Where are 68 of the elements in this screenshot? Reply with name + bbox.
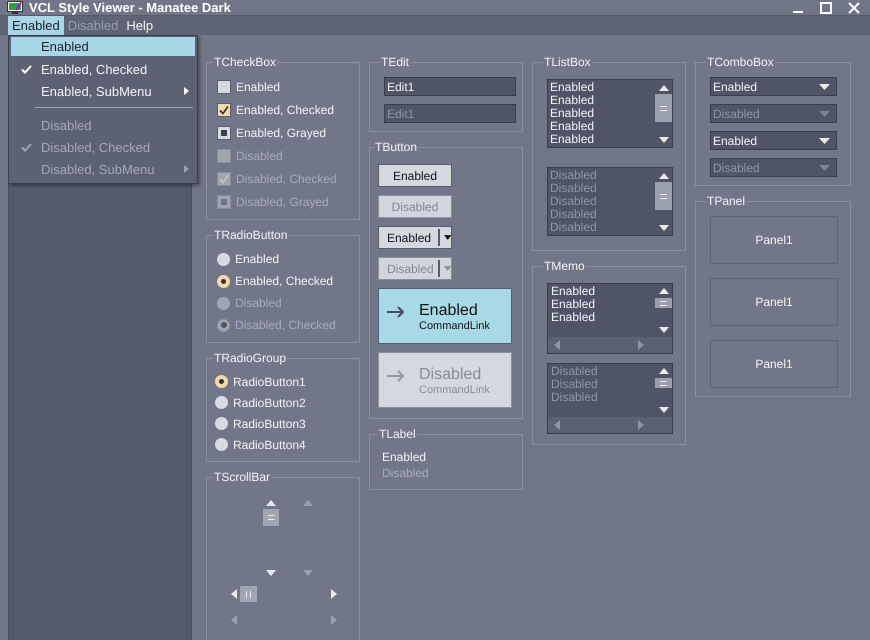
memo-line: Enabled bbox=[551, 285, 596, 298]
monitor-icon bbox=[7, 0, 23, 14]
menu-item[interactable]: Enabled, SubMenu bbox=[11, 80, 195, 102]
window-title: VCL Style Viewer - Manatee Dark bbox=[29, 0, 231, 15]
list-item[interactable]: Enabled bbox=[550, 81, 653, 94]
maximize-icon[interactable] bbox=[820, 2, 832, 14]
group-label: TMemo bbox=[543, 259, 586, 273]
vertical-scroll-bar[interactable] bbox=[263, 500, 279, 576]
list-item[interactable]: Enabled bbox=[550, 120, 653, 133]
radio-button[interactable] bbox=[215, 417, 228, 430]
checkbox-label: Enabled, Checked bbox=[236, 102, 334, 116]
memo-line: Disabled bbox=[551, 365, 599, 378]
memo-line: Enabled bbox=[551, 311, 596, 324]
panel: Panel1 bbox=[710, 216, 838, 264]
menu-item[interactable]: Enabled, Checked bbox=[11, 58, 195, 80]
group-label: TLabel bbox=[378, 427, 417, 441]
memo-line: Disabled bbox=[551, 378, 599, 391]
group-label: TRadioGroup bbox=[213, 351, 288, 365]
split-button[interactable]: Enabled bbox=[378, 226, 452, 249]
group-label: TScrollBar bbox=[213, 470, 272, 484]
group-label: TEdit bbox=[380, 55, 410, 69]
command-link-button[interactable]: Enabled CommandLink bbox=[378, 288, 512, 344]
panel: Panel1 bbox=[710, 278, 838, 326]
memo-line: Enabled bbox=[551, 298, 596, 311]
panel: Panel1 bbox=[710, 340, 838, 388]
radio-button[interactable] bbox=[217, 252, 230, 266]
combo-box[interactable]: Enabled bbox=[710, 77, 837, 96]
list-item[interactable]: Enabled bbox=[550, 94, 653, 107]
radio-label: Enabled bbox=[235, 252, 280, 266]
group-label: TCheckBox bbox=[213, 55, 278, 69]
menu-item[interactable]: Enabled bbox=[8, 16, 64, 35]
memo-field[interactable]: Enabled Enabled Enabled bbox=[547, 283, 673, 354]
radio-button[interactable] bbox=[215, 438, 228, 451]
group-label: TButton bbox=[374, 140, 418, 154]
radio-label: RadioButton4 bbox=[233, 438, 306, 452]
radio-button[interactable] bbox=[217, 274, 230, 288]
list-item[interactable]: Enabled bbox=[550, 133, 653, 146]
radio-button[interactable] bbox=[215, 396, 228, 409]
group-label: TComboBox bbox=[706, 55, 775, 69]
checkbox-label: Enabled bbox=[236, 80, 280, 94]
radio-button[interactable] bbox=[215, 375, 228, 388]
radio-label: RadioButton2 bbox=[233, 396, 306, 410]
text-field[interactable]: Edit1 bbox=[384, 77, 516, 96]
push-button[interactable]: Enabled bbox=[378, 164, 452, 187]
group-label: TPanel bbox=[706, 194, 746, 208]
radio-label: RadioButton3 bbox=[233, 416, 306, 430]
radio-label: RadioButton1 bbox=[233, 374, 306, 388]
radio-label: Enabled, Checked bbox=[235, 274, 334, 288]
checkbox[interactable] bbox=[217, 126, 231, 140]
checkbox-label: Enabled, Grayed bbox=[236, 126, 326, 140]
memo-line: Disabled bbox=[551, 391, 599, 404]
arrow-icon bbox=[387, 370, 405, 382]
caret-icon bbox=[444, 266, 451, 271]
group-label: TListBox bbox=[543, 55, 592, 69]
checkbox[interactable] bbox=[217, 80, 231, 94]
arrow-icon bbox=[387, 306, 405, 318]
menu-item[interactable]: Help bbox=[122, 16, 158, 35]
group-label: TRadioButton bbox=[213, 228, 288, 242]
horizontal-scroll-bar[interactable] bbox=[548, 337, 672, 353]
menu-item[interactable]: Enabled bbox=[11, 37, 195, 56]
text-label: Enabled bbox=[382, 449, 428, 465]
list-box[interactable]: Enabled Enabled Enabled Enabled Enabled bbox=[547, 79, 673, 148]
checkbox[interactable] bbox=[217, 102, 231, 116]
close-icon[interactable] bbox=[848, 2, 860, 14]
horizontal-scroll-bar[interactable] bbox=[231, 586, 337, 602]
combo-box[interactable]: Enabled bbox=[710, 131, 837, 150]
caret-icon bbox=[444, 235, 451, 240]
list-item[interactable]: Enabled bbox=[550, 107, 653, 120]
